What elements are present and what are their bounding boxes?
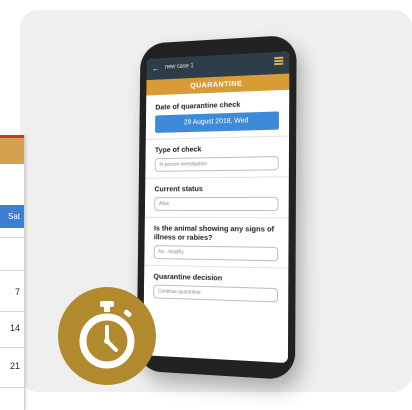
type-label: Type of check: [154, 144, 202, 155]
calendar-panel: Sat 7 14 21: [0, 135, 25, 410]
type-section: Type of check In-person investigation: [154, 143, 279, 172]
calendar-divider: [0, 237, 24, 238]
signs-label: Is the animal showing any signs of illne…: [153, 223, 275, 243]
divider: [145, 135, 290, 140]
type-field[interactable]: In-person investigation: [154, 156, 279, 172]
app-bar-title: new case 1: [165, 63, 194, 71]
hamburger-menu-icon[interactable]: [274, 56, 284, 66]
signs-field[interactable]: No - healthy: [153, 245, 279, 262]
stopwatch-icon: [79, 301, 135, 369]
calendar-day-label: Sat: [7, 212, 20, 221]
date-section: Date of quarantine check 29 August 2018,…: [155, 98, 280, 133]
stopwatch-badge: [58, 287, 156, 385]
decision-field[interactable]: Continue quarantine: [153, 284, 279, 303]
calendar-divider: [0, 387, 24, 388]
phone-screen: ← new case 1 QUARANTINE Date of quaranti…: [143, 51, 290, 364]
back-arrow-icon[interactable]: ←: [152, 64, 159, 73]
calendar-header: [0, 138, 24, 164]
quarantine-form: Date of quarantine check 29 August 2018,…: [144, 90, 290, 303]
calendar-divider: [0, 311, 24, 312]
calendar-divider: [0, 347, 24, 348]
signs-section: Is the animal showing any signs of illne…: [153, 223, 279, 262]
divider: [145, 176, 289, 179]
date-label: Date of quarantine check: [155, 99, 241, 112]
phone-mockup: ← new case 1 QUARANTINE Date of quaranti…: [136, 34, 297, 381]
status-label: Current status: [154, 184, 203, 194]
decision-section: Quarantine decision Continue quarantine: [153, 271, 279, 303]
calendar-date-7[interactable]: 7: [15, 287, 20, 297]
decision-label: Quarantine decision: [153, 271, 223, 283]
status-section: Current status Alive: [154, 184, 279, 212]
calendar-divider: [0, 270, 24, 271]
calendar-date-14[interactable]: 14: [10, 323, 20, 333]
calendar-day-sat[interactable]: Sat: [0, 205, 24, 228]
calendar-date-21[interactable]: 21: [10, 361, 20, 371]
status-field[interactable]: Alive: [154, 196, 279, 212]
divider: [144, 216, 289, 219]
divider: [144, 264, 289, 269]
date-picker-button[interactable]: 29 August 2018, Wed: [155, 111, 280, 133]
